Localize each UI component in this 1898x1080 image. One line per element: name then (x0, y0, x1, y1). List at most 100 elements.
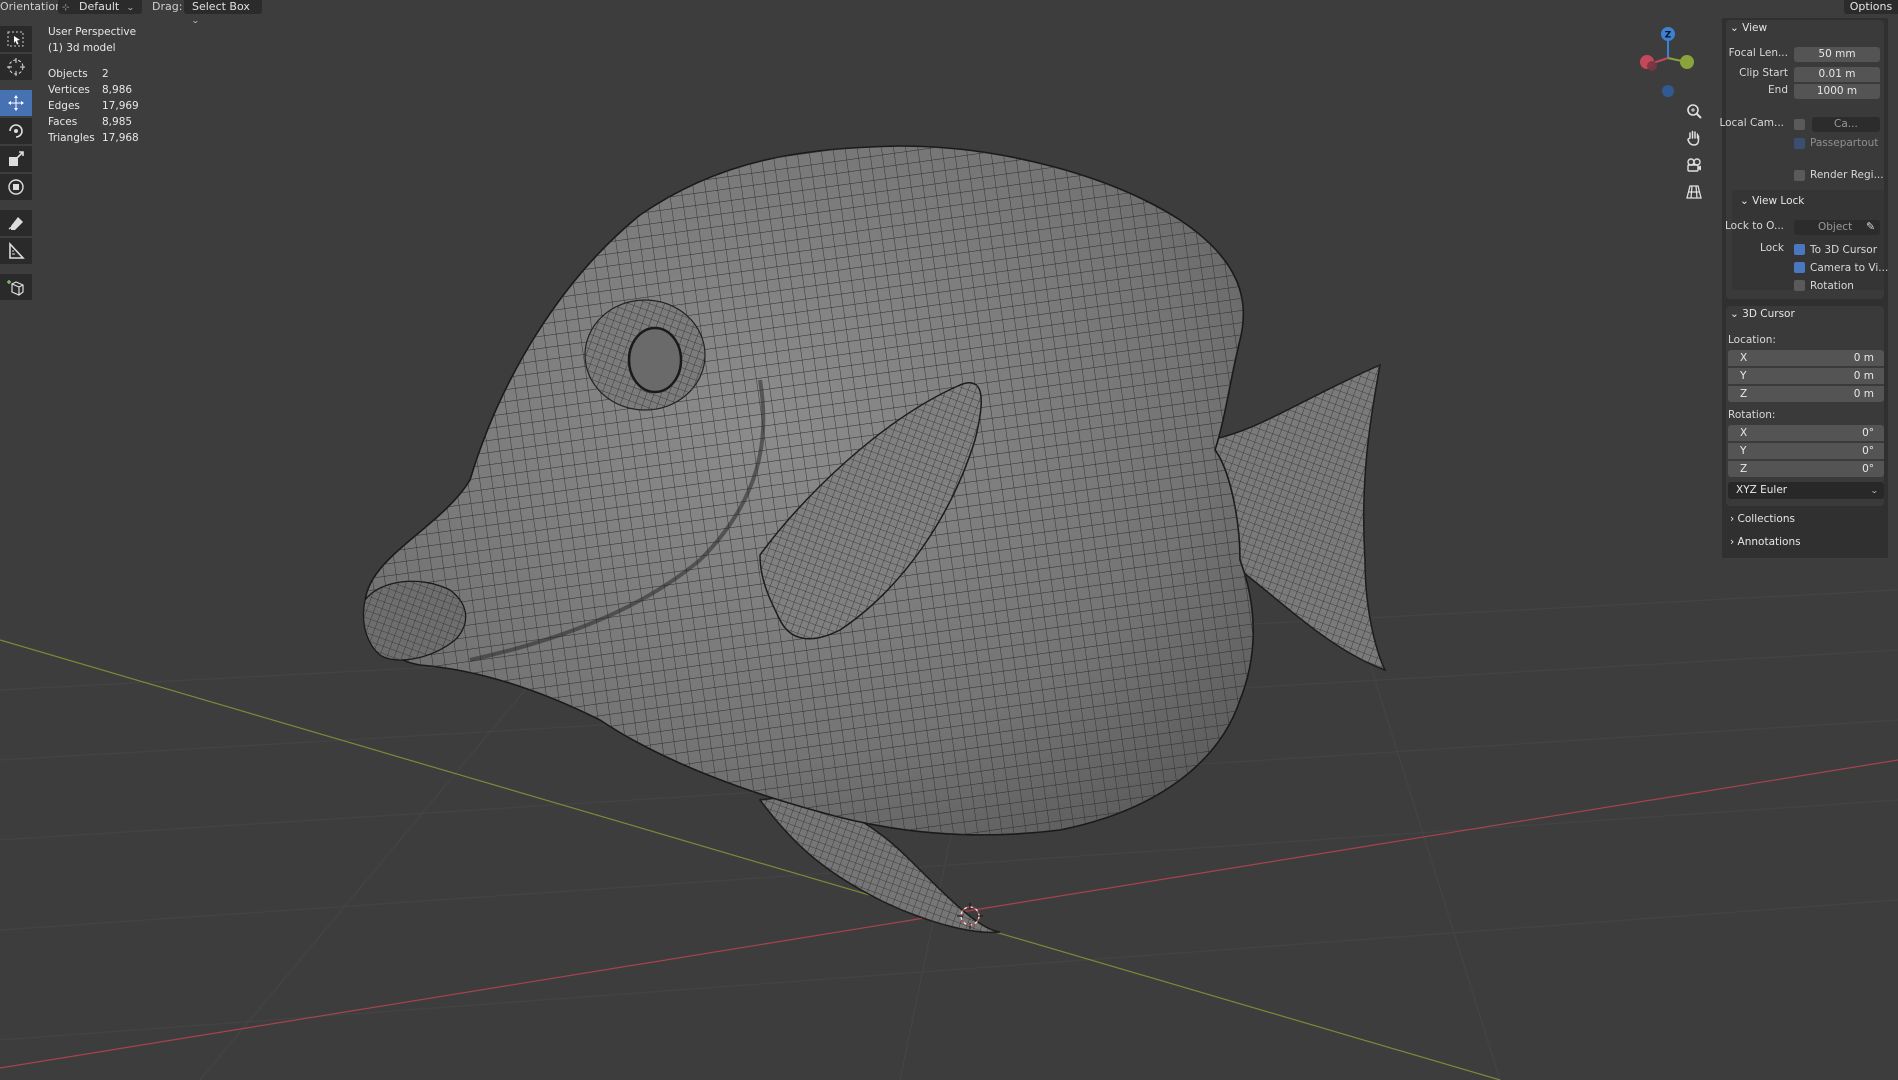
view-lock-header[interactable]: ⌄ View Lock (1740, 193, 1804, 209)
scale-icon (9, 151, 24, 166)
axis-value: 0 m (1853, 388, 1874, 400)
location-label: Location: (1728, 334, 1776, 346)
rotation-z-field[interactable]: Z 0° (1728, 461, 1884, 477)
local-camera-label: Local Cam... (1719, 117, 1784, 129)
camera-view-button[interactable] (1681, 152, 1707, 178)
drag-label: Drag: (152, 0, 183, 13)
orientation-value: Default (79, 0, 120, 13)
rotation-x-field[interactable]: X 0° (1728, 425, 1884, 441)
passepartout-checkbox[interactable] (1794, 138, 1805, 149)
collections-header-label: Collections (1737, 513, 1795, 525)
drag-dropdown[interactable]: Select Box ⌄ (184, 0, 262, 25)
select-box-tool[interactable] (0, 26, 32, 52)
z-axis-label: Z (1665, 31, 1672, 41)
stat-row: Vertices 8,986 (48, 82, 139, 98)
viewport-stats-overlay: User Perspective (1) 3d model Objects 2 V… (48, 24, 139, 146)
transform-tool[interactable] (0, 174, 32, 200)
eyedropper-icon[interactable]: ✎ (1866, 220, 1875, 233)
lock-rotation-checkbox[interactable] (1794, 280, 1805, 291)
stat-value: 2 (102, 68, 109, 80)
rotate-tool[interactable] (0, 118, 32, 144)
annotations-panel-header[interactable]: › Annotations (1730, 534, 1801, 550)
axis-label: Z (1740, 388, 1748, 400)
orientation-dropdown[interactable]: ⊹ Default ⌄ (58, 0, 142, 14)
scene-canvas[interactable] (0, 0, 1898, 1080)
local-camera-checkbox[interactable] (1794, 119, 1805, 130)
zoom-button[interactable] (1681, 98, 1707, 124)
3d-viewport[interactable]: Orientation: ⊹ Default ⌄ Drag: Select Bo… (0, 0, 1898, 1080)
lock-camera-checkbox[interactable] (1794, 262, 1805, 273)
axis-value: 0° (1862, 445, 1874, 457)
navigation-gizmo[interactable]: Z (1630, 22, 1710, 102)
render-region-checkbox[interactable] (1794, 170, 1805, 181)
options-button[interactable]: Options (1844, 0, 1898, 14)
orientation-icon: ⊹ (62, 3, 70, 13)
location-x-field[interactable]: X 0 m (1728, 350, 1884, 366)
stat-value: 17,969 (102, 100, 139, 112)
y-axis-handle[interactable] (1680, 55, 1694, 69)
rotation-mode-dropdown[interactable]: XYZ Euler ⌄ (1728, 482, 1884, 499)
rotation-y-field[interactable]: Y 0° (1728, 443, 1884, 459)
rotation-label: Rotation: (1728, 409, 1776, 421)
lock-to-cursor-checkbox[interactable] (1794, 244, 1805, 255)
stat-row: Edges 17,969 (48, 98, 139, 114)
view-lock-header-label: View Lock (1752, 195, 1805, 207)
lock-to-cursor-label: To 3D Cursor (1810, 244, 1878, 256)
camera-icon (1687, 158, 1701, 172)
axis-value: 0° (1862, 427, 1874, 439)
neg-x-handle[interactable] (1647, 61, 1657, 71)
stat-label: Edges (48, 100, 80, 112)
move-icon (8, 95, 24, 111)
chevron-down-icon: ⌄ (1740, 195, 1749, 207)
lock-rotation-label: Rotation (1810, 280, 1854, 292)
move-tool[interactable] (0, 90, 32, 116)
3d-cursor-panel-header[interactable]: ⌄ 3D Cursor (1730, 306, 1795, 322)
clip-end-field[interactable]: 1000 m (1794, 84, 1880, 99)
stat-label: Triangles (48, 132, 95, 144)
stat-row: Triangles 17,968 (48, 130, 139, 146)
cursor-icon (7, 58, 25, 76)
neg-z-handle[interactable] (1662, 85, 1674, 97)
perspective-toggle-button[interactable] (1681, 179, 1707, 205)
scale-tool[interactable] (0, 146, 32, 172)
orientation-label: Orientation: (0, 0, 66, 13)
select-box-icon (7, 31, 24, 47)
location-y-field[interactable]: Y 0 m (1728, 368, 1884, 384)
clip-start-field[interactable]: 0.01 m (1794, 67, 1880, 82)
hand-icon (1687, 130, 1700, 146)
view-name: User Perspective (48, 26, 137, 38)
annotate-tool[interactable] (0, 210, 32, 236)
location-z-field[interactable]: Z 0 m (1728, 386, 1884, 402)
focal-length-field[interactable]: 50 mm (1794, 47, 1880, 62)
local-camera-value: Ca... (1834, 118, 1858, 130)
rotation-mode-value: XYZ Euler (1736, 484, 1788, 496)
measure-tool[interactable] (0, 238, 32, 264)
add-cube-icon (7, 280, 24, 296)
axis-label: X (1740, 352, 1748, 364)
zoom-icon (1687, 104, 1702, 119)
chevron-down-icon: ⌄ (1870, 486, 1880, 495)
collections-panel-header[interactable]: › Collections (1730, 511, 1795, 527)
add-cube-tool[interactable] (0, 274, 32, 300)
stat-label: Objects (48, 68, 88, 80)
clip-end-label: End (1768, 84, 1788, 96)
chevron-down-icon: ⌄ (1730, 308, 1739, 320)
lock-to-object-label: Lock to O... (1724, 220, 1784, 232)
render-region-label: Render Regi... (1810, 169, 1884, 181)
local-camera-field[interactable]: Ca... (1812, 117, 1880, 132)
drag-value: Select Box (192, 0, 250, 13)
view-panel-header[interactable]: ⌄ View (1730, 20, 1767, 36)
transform-icon (8, 179, 24, 195)
lock-label: Lock (1760, 242, 1784, 254)
view-sidebar: ⌄ View Focal Len... 50 mm Clip Start 0.0… (1719, 18, 1888, 558)
chevron-down-icon: ⌄ (125, 3, 135, 12)
viewport-header: Orientation: ⊹ Default ⌄ Drag: Select Bo… (0, 0, 1898, 25)
axis-label: Y (1740, 370, 1747, 382)
pan-button[interactable] (1681, 125, 1707, 151)
lock-to-object-placeholder: Object (1818, 221, 1853, 233)
sidebar-background (1722, 18, 1888, 558)
fish-mesh[interactable] (362, 145, 1387, 934)
chevron-right-icon: › (1730, 536, 1735, 548)
cursor-tool[interactable] (0, 54, 32, 80)
stat-row: Objects 2 (48, 66, 139, 82)
